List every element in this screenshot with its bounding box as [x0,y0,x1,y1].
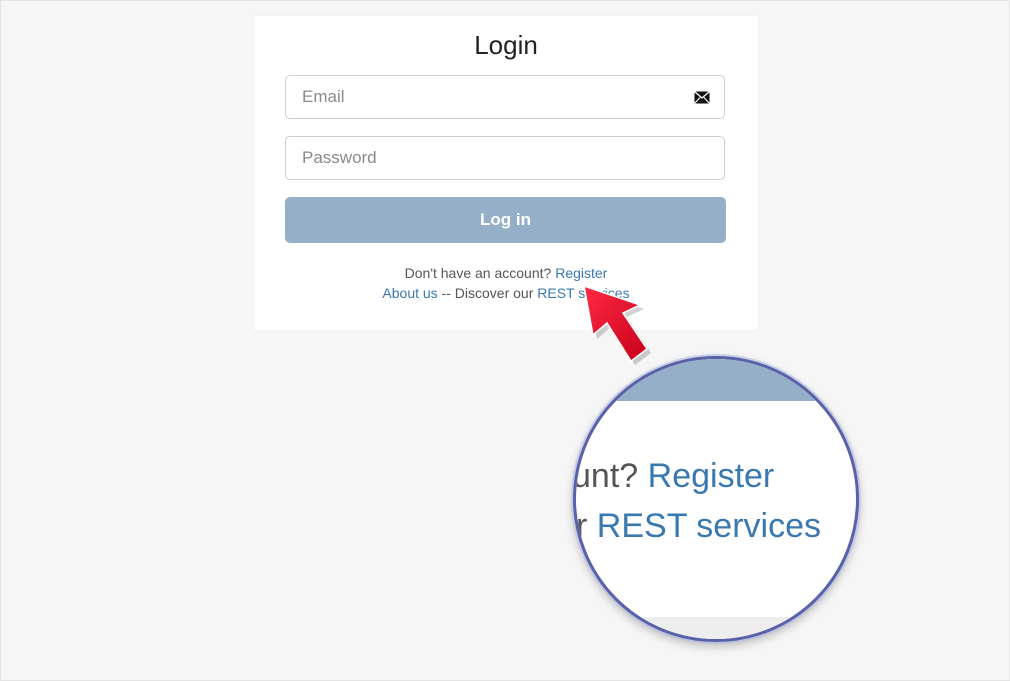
about-us-link[interactable]: About us [382,285,437,301]
password-input[interactable] [302,137,682,179]
no-account-text: Don't have an account? [404,265,552,281]
envelope-icon [694,91,710,104]
separator-text: -- Discover our [441,285,534,301]
email-input[interactable] [302,76,682,118]
zoomed-card-edge [576,617,856,639]
password-field[interactable] [285,136,725,180]
email-field[interactable] [285,75,725,119]
magnifier-zoom: unt? Register r REST services [573,356,859,642]
register-line: Don't have an account? Register [254,265,758,281]
login-card: Login Log in Don't have an account? Regi… [254,16,758,330]
zoomed-button-strip [576,359,856,401]
zoomed-register-link: Register [647,457,775,495]
zoomed-text: unt? [573,457,639,495]
footer-links-line: About us -- Discover our REST services [254,285,758,301]
zoomed-register-line: unt? Register [573,457,775,496]
zoomed-rest-line: r REST services [576,507,821,546]
login-button[interactable]: Log in [285,197,726,243]
page-title: Login [474,30,538,60]
zoomed-text: r [576,507,588,545]
zoomed-rest-services-link: REST services [596,507,821,545]
register-link[interactable]: Register [555,265,607,281]
